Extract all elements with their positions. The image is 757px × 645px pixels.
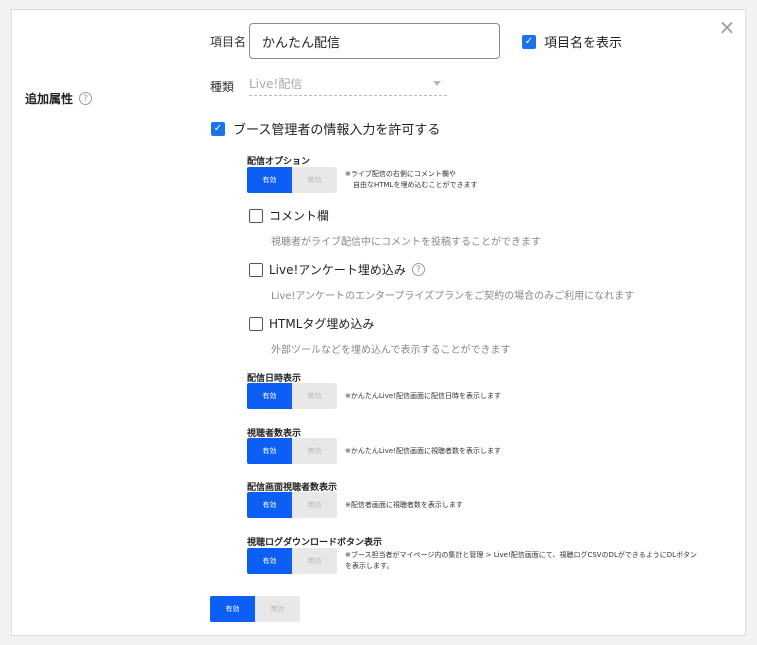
sub-option-desc: 視聴者がライブ配信中にコメントを投稿することができます	[271, 237, 541, 248]
toggle-on-button[interactable]: 有効	[247, 438, 292, 464]
toggle-on-button[interactable]: 有効	[210, 596, 255, 622]
sub-option-html-row[interactable]: HTMLタグ埋め込み	[249, 315, 511, 332]
screen-viewer-count-note: ※配信者画面に視聴者数を表示します	[345, 501, 463, 509]
toggle-on-button[interactable]: 有効	[247, 492, 292, 518]
sub-option-comment: コメント欄 視聴者がライブ配信中にコメントを投稿することができます	[249, 207, 541, 248]
log-download-note: ※ブース担当者がマイページ内の集計と管理 > Live!配信画面にて、視聴ログC…	[345, 550, 697, 572]
question-circle-icon[interactable]: ?	[79, 92, 93, 105]
show-item-name-checkbox-row[interactable]: ✓ 項目名を表示	[522, 32, 622, 51]
sub-option-label: コメント欄	[269, 209, 330, 223]
toggle-off-button[interactable]: 無効	[292, 548, 337, 574]
type-label: 種類	[210, 80, 235, 94]
toggle-off-button[interactable]: 無効	[255, 596, 300, 622]
type-select-value: Live!配信	[249, 77, 303, 91]
allow-booth-label: ブース管理者の情報入力を許可する	[233, 123, 441, 138]
bottom-toggle[interactable]: 有効 無効	[210, 596, 300, 622]
delivery-option-note-line1: ※ライブ配信の右側にコメント欄や	[345, 170, 456, 178]
log-download-note-line2: を表示します。	[345, 562, 394, 570]
sub-option-label: Live!アンケート埋め込み	[269, 263, 406, 277]
toggle-on-button[interactable]: 有効	[247, 383, 292, 409]
screen-viewer-count-toggle[interactable]: 有効 無効	[247, 492, 337, 518]
log-download-note-line1: ※ブース担当者がマイページ内の集計と管理 > Live!配信画面にて、視聴ログC…	[345, 551, 697, 559]
log-download-toggle[interactable]: 有効 無効	[247, 548, 337, 574]
sub-option-survey-row[interactable]: Live!アンケート埋め込み ?	[249, 261, 634, 278]
allow-booth-checkbox-row[interactable]: ✓ ブース管理者の情報入力を許可する	[211, 119, 440, 138]
item-name-label: 項目名	[210, 35, 247, 49]
log-download-title: 視聴ログダウンロードボタン表示	[247, 538, 383, 548]
delivery-option-note-line2: 自由なHTMLを埋め込むことができます	[353, 181, 478, 189]
toggle-off-button[interactable]: 無効	[292, 438, 337, 464]
bottom-strip	[0, 636, 757, 645]
viewer-count-toggle[interactable]: 有効 無効	[247, 438, 337, 464]
chevron-down-icon	[433, 81, 441, 86]
sub-option-desc: 外部ツールなどを埋め込んで表示することができます	[271, 345, 511, 356]
type-select[interactable]: Live!配信	[249, 72, 447, 96]
toggle-on-button[interactable]: 有効	[247, 548, 292, 574]
datetime-display-toggle[interactable]: 有効 無効	[247, 383, 337, 409]
datetime-display-note: ※かんたんLive!配信画面に配信日時を表示します	[345, 392, 501, 400]
sub-option-survey: Live!アンケート埋め込み ? Live!アンケートのエンタープライズプランを…	[249, 261, 634, 302]
sub-option-html: HTMLタグ埋め込み 外部ツールなどを埋め込んで表示することができます	[249, 315, 511, 356]
delivery-option-toggle[interactable]: 有効 無効	[247, 167, 337, 193]
viewer-count-note: ※かんたんLive!配信画面に視聴者数を表示します	[345, 447, 501, 455]
toggle-off-button[interactable]: 無効	[292, 492, 337, 518]
toggle-off-button[interactable]: 無効	[292, 167, 337, 193]
checkbox-checked-icon[interactable]: ✓	[211, 121, 225, 136]
checkbox-unchecked-icon[interactable]	[249, 208, 263, 223]
question-circle-icon[interactable]: ?	[411, 263, 425, 276]
delivery-option-note: ※ライブ配信の右側にコメント欄や 自由なHTMLを埋め込むことができます	[345, 169, 477, 191]
checkbox-checked-icon[interactable]: ✓	[522, 34, 536, 49]
checkbox-unchecked-icon[interactable]	[249, 316, 263, 331]
show-item-name-label: 項目名を表示	[544, 36, 623, 51]
checkbox-unchecked-icon[interactable]	[249, 262, 263, 277]
section-label: 追加属性 ?	[25, 90, 93, 107]
section-label-text: 追加属性	[25, 92, 74, 106]
item-name-input[interactable]	[249, 23, 500, 59]
delivery-option-title: 配信オプション	[247, 157, 311, 167]
sub-option-comment-row[interactable]: コメント欄	[249, 207, 541, 224]
toggle-on-button[interactable]: 有効	[247, 167, 292, 193]
sub-option-desc: Live!アンケートのエンタープライズプランをご契約の場合のみご利用になれます	[271, 291, 635, 302]
toggle-off-button[interactable]: 無効	[292, 383, 337, 409]
sub-option-label: HTMLタグ埋め込み	[269, 317, 375, 331]
close-icon[interactable]: ×	[718, 17, 736, 37]
